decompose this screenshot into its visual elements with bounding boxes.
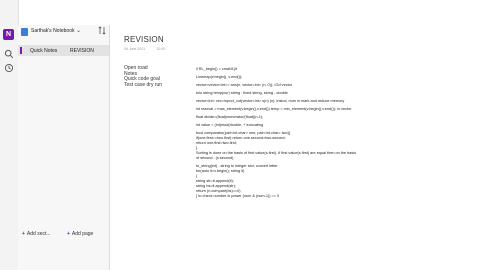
code-notes[interactable]: ll RL_begin() = cmaN1(it Linemap(v.begin(… (196, 67, 476, 199)
onenote-logo-icon: N (3, 29, 14, 40)
page-item-revision[interactable]: REVISION (70, 48, 94, 54)
note-line: Test case dry run (124, 81, 163, 88)
notebook-icon (21, 28, 28, 36)
section-page-row: Quick Notes REVISION (18, 45, 109, 56)
notebook-pane: Sarthak's Notebook ⌄ Quick Notes REVISIO… (18, 25, 110, 270)
chevron-down-icon: ⌄ (76, 28, 82, 34)
recent-clock-icon[interactable] (4, 63, 14, 73)
plus-icon: + (67, 231, 70, 237)
section-item-quick-notes[interactable]: Quick Notes (30, 48, 57, 54)
sort-icon[interactable] (98, 26, 106, 35)
add-section-label: Add sect... (26, 231, 51, 237)
page-date: 06 June 2021 (124, 47, 146, 51)
page-canvas[interactable]: REVISION 06 June 2021 12:00 Open road No… (110, 25, 480, 270)
add-section-button[interactable]: + Add sect... (22, 231, 51, 237)
app-rail: N (0, 0, 19, 270)
add-page-label: Add page (71, 231, 94, 237)
page-time: 12:00 (156, 47, 165, 51)
section-color-bar (20, 47, 22, 54)
search-icon[interactable] (4, 49, 14, 59)
page-meta: 06 June 2021 12:00 (124, 47, 175, 51)
notebook-title: Sarthak's Notebook (31, 28, 75, 34)
page-title[interactable]: REVISION (124, 35, 164, 44)
notes-list[interactable]: Open road Notes Quick code goal Test cas… (124, 65, 163, 88)
onenote-window: N Sarthak's Notebook ⌄ Quick Notes REVIS… (0, 0, 480, 270)
add-page-button[interactable]: + Add page (67, 231, 93, 237)
code-line: } to check number is power (num & (num-1… (196, 194, 280, 198)
plus-icon: + (22, 231, 25, 237)
notebook-switcher[interactable]: Sarthak's Notebook ⌄ (18, 25, 109, 39)
